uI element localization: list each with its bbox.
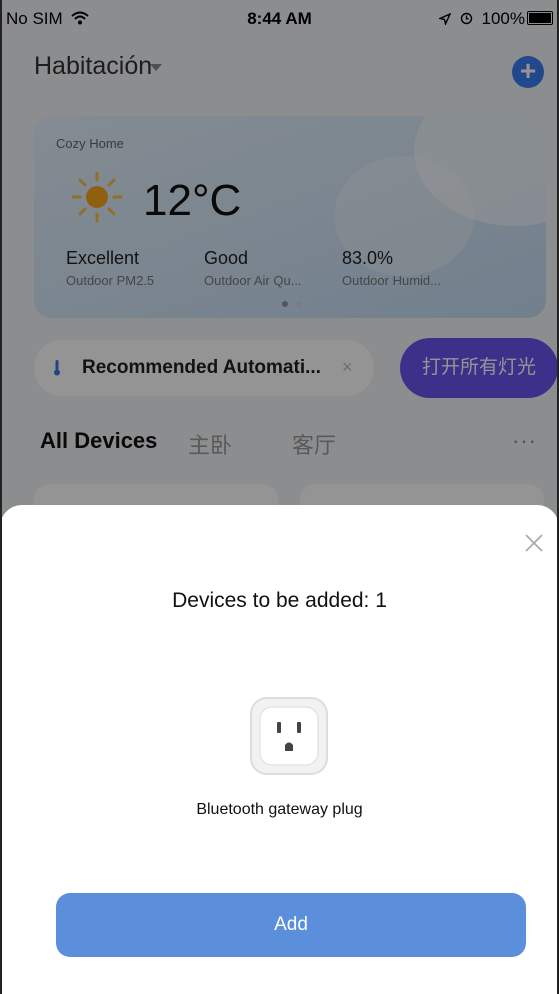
add-button[interactable]: Add bbox=[56, 893, 526, 957]
add-devices-sheet: Devices to be added: 1 Bluetooth gateway… bbox=[0, 505, 559, 994]
smart-plug-icon bbox=[250, 697, 328, 775]
sheet-title: Devices to be added: 1 bbox=[172, 589, 387, 612]
frame-border bbox=[0, 0, 2, 994]
phone-screen: No SIM 8:44 AM 100% Habitación + Cozy Ho… bbox=[0, 0, 559, 994]
device-name: Bluetooth gateway plug bbox=[196, 801, 363, 818]
close-icon[interactable] bbox=[520, 529, 548, 557]
